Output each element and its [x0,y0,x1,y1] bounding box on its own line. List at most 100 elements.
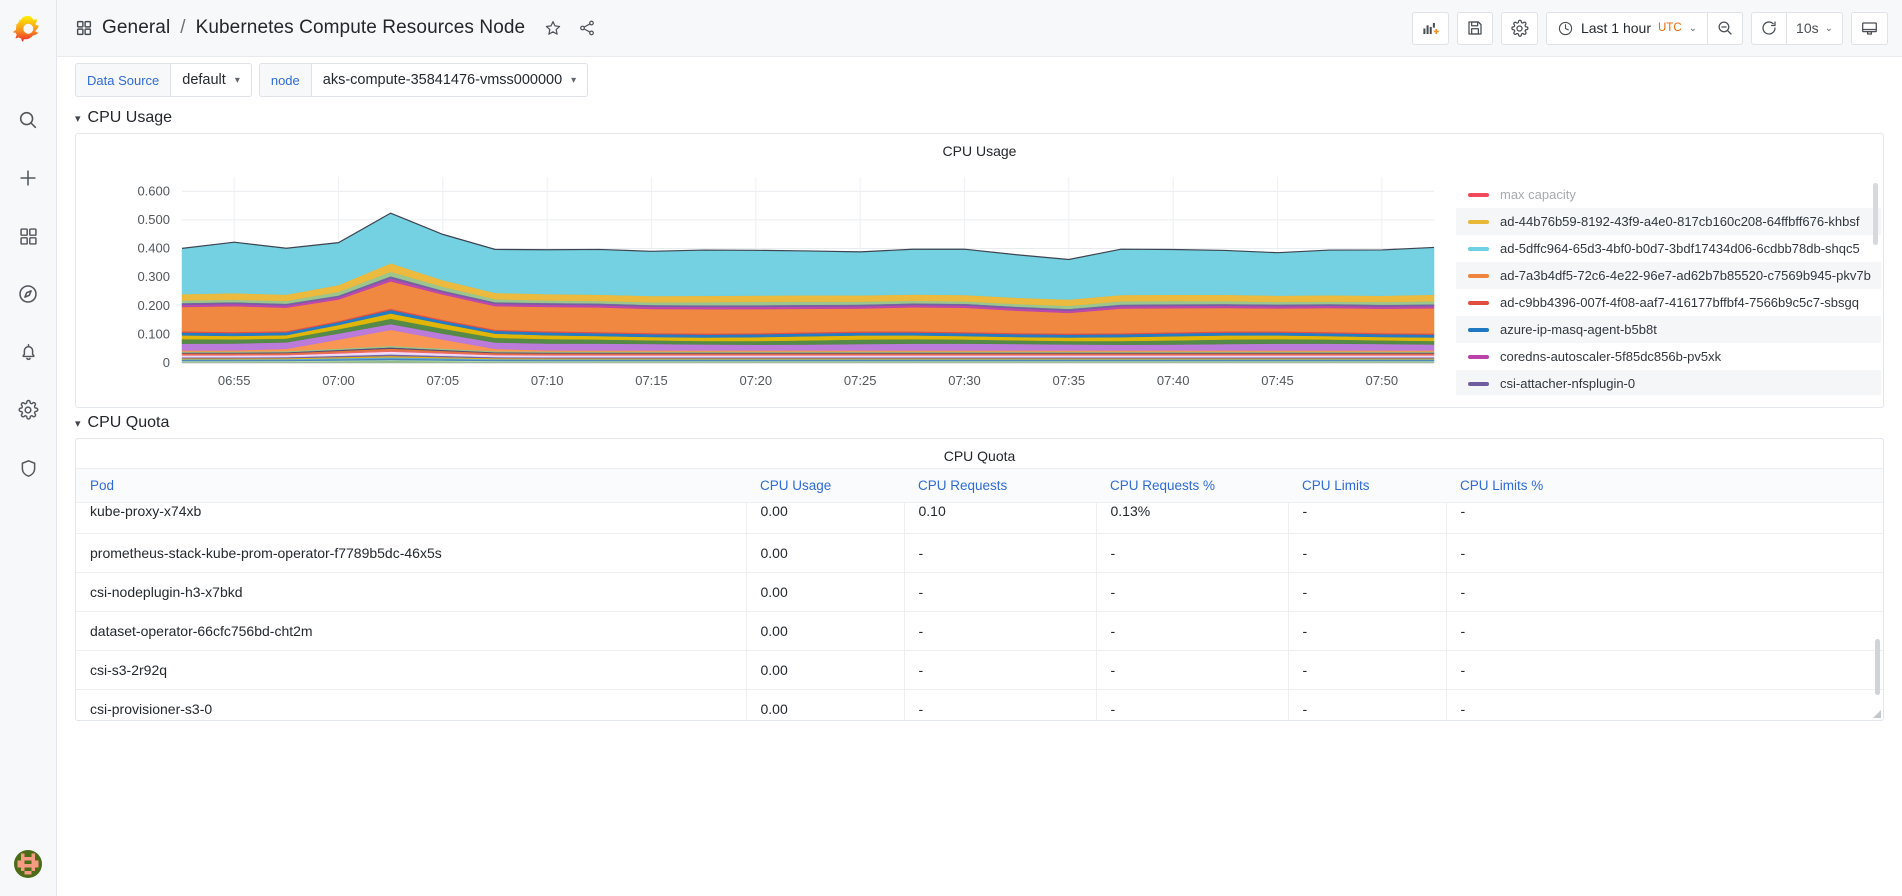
legend-scrollbar[interactable] [1873,183,1878,245]
page-title[interactable]: Kubernetes Compute Resources Node [196,17,526,39]
panel-resize-handle[interactable] [1871,708,1881,718]
grafana-logo[interactable] [0,0,57,57]
table-cell-cpu-limits: - [1288,650,1447,690]
table-column-header[interactable]: CPU Limits % [1446,468,1883,503]
save-disk-icon [1468,21,1482,35]
save-dashboard-button[interactable] [1456,11,1493,45]
svg-text:07:40: 07:40 [1157,373,1190,388]
table-row[interactable]: prometheus-stack-kube-prom-operator-f778… [76,533,1883,573]
sidebar-user[interactable] [14,850,42,878]
share-nodes-icon[interactable] [578,19,596,37]
tv-monitor-icon [1862,21,1877,35]
legend-series-label: max capacity [1500,187,1576,202]
legend-item[interactable]: ad-7a3b4df5-72c6-4e22-96e7-ad62b7b85520-… [1456,262,1881,289]
table-cell-cpu-usage: 0.00 [746,533,905,573]
legend-item[interactable]: coredns-autoscaler-5f85dc856b-pv5xk [1456,343,1881,370]
legend-item[interactable]: azure-ip-masq-agent-b5b8t [1456,316,1881,343]
legend-color-swatch [1468,300,1489,305]
legend-item[interactable]: max capacity [1456,181,1881,208]
add-panel-button[interactable] [1411,11,1449,45]
table-row[interactable]: dataset-operator-66cfc756bd-cht2m 0.00- - -… [76,611,1883,651]
timezone-label: UTC [1658,22,1682,34]
table-scrollbar[interactable] [1875,639,1880,695]
legend-color-swatch [1468,246,1489,251]
kiosk-mode-button[interactable] [1851,11,1888,45]
gear-icon [1511,19,1529,37]
table-column-header[interactable]: CPU Requests % [1096,468,1288,503]
chevron-down-icon: ⌄ [1688,22,1698,34]
table-scroll-area[interactable]: kube-proxy-x74xb 0.00 0.10 0.13% - - prometheu… [76,503,1883,720]
table-column-header[interactable]: CPU Usage [746,468,904,503]
svg-text:07:20: 07:20 [740,373,773,388]
refresh-circular-arrows-icon [1762,21,1776,35]
sidebar [0,0,57,896]
table-cell-cpu-requests: 0.10 [904,503,1097,534]
row-header-cpu-quota[interactable]: ▾ CPU Quota [57,408,1902,438]
breadcrumb-folder[interactable]: General [102,17,170,39]
chart-legend: max capacity ad-44b76b59-8192-43f9-a4e0-8… [1456,163,1881,397]
variable-select-datasource[interactable]: default ▾ [170,63,252,97]
table-row[interactable]: kube-proxy-x74xb 0.00 0.10 0.13% - - [76,503,1883,534]
refresh-button[interactable] [1751,11,1788,45]
sidebar-item-search[interactable] [12,104,44,136]
sidebar-item-explore[interactable] [12,278,44,310]
star-outline-icon[interactable] [544,19,562,37]
variable-select-node[interactable]: aks-compute-35841476-vmss000000 ▾ [310,63,589,97]
title-actions [544,19,596,37]
row-title-cpu-usage: CPU Usage [87,109,173,126]
cpu-quota-table: Pod CPU Usage CPU Requests CPU Requests % CP… [76,468,1883,503]
sidebar-item-create[interactable] [12,162,44,194]
legend-item[interactable]: ad-5dffc964-65d3-4bf0-b0d7-3bdf17434d06-… [1456,235,1881,262]
table-cell-cpu-limits: - [1288,503,1447,534]
dashboard-settings-button[interactable] [1500,11,1538,45]
svg-text:07:00: 07:00 [322,373,355,388]
search-icon [19,111,37,129]
row-title-cpu-quota: CPU Quota [87,414,170,431]
grafana-app: General / Kubernetes Compute Resources N… [0,0,1902,896]
table-cell-pod: csi-nodeplugin-h3-x7bkd [76,572,747,612]
refresh-interval-picker[interactable]: 10s ⌄ [1787,11,1843,45]
variable-label-node: node [258,63,311,97]
breadcrumb: General / Kubernetes Compute Resources N… [75,17,1412,39]
table-row[interactable]: csi-s3-2r92q 0.00- - - - [76,650,1883,690]
table-row[interactable]: csi-nodeplugin-h3-x7bkd 0.00- - - - [76,572,1883,612]
legend-color-swatch [1468,354,1489,359]
table-cell-cpu-usage: 0.00 [746,503,905,534]
legend-color-swatch [1468,192,1489,197]
zoom-out-time-button[interactable] [1708,11,1744,45]
legend-list[interactable]: max capacity ad-44b76b59-8192-43f9-a4e0-8… [1456,181,1881,395]
sidebar-item-configuration[interactable] [12,394,44,426]
legend-item[interactable]: csi-attacher-nfsplugin-0 [1456,370,1881,395]
breadcrumb-separator: / [180,17,186,38]
table-column-header[interactable]: CPU Requests [904,468,1096,503]
svg-text:0.400: 0.400 [137,241,170,256]
sidebar-item-alerting[interactable] [12,336,44,368]
legend-series-label: csi-attacher-nfsplugin-0 [1500,376,1636,391]
template-variables-bar: Data Source default ▾ node aks-compute-3… [57,57,1902,103]
variable-value-node: aks-compute-35841476-vmss000000 [322,72,563,88]
grafana-logo-icon [13,15,39,42]
chevron-down-icon: ▾ [234,74,240,86]
table-cell-cpu-requests: - [904,611,1097,651]
table-cell-cpu-limits-pct: - [1446,650,1883,690]
svg-text:0: 0 [163,355,170,370]
row-header-cpu-usage[interactable]: ▾ CPU Usage [57,103,1902,133]
chevron-down-icon: ⌄ [1824,22,1833,34]
table-cell-cpu-requests: - [904,533,1097,573]
time-range-picker[interactable]: Last 1 hour UTC ⌄ [1545,11,1709,45]
legend-item[interactable]: ad-44b76b59-8192-43f9-a4e0-817cb160c208-… [1456,208,1881,235]
svg-text:0.200: 0.200 [137,298,170,313]
refresh-controls: 10s ⌄ [1751,11,1843,45]
sidebar-item-server-admin[interactable] [12,452,44,484]
legend-series-label: azure-ip-masq-agent-b5b8t [1500,322,1657,337]
table-cell-cpu-limits-pct: - [1446,611,1883,651]
legend-item[interactable]: ad-c9bb4396-007f-4f08-aaf7-416177bffbf4-… [1456,289,1881,316]
cpu-usage-chart[interactable]: 0 0.100 0.200 0.300 0.400 0.500 0.600 06:55 07:0… [76,163,1456,397]
table-column-header[interactable]: Pod [76,468,746,503]
table-cell-cpu-limits-pct: - [1446,572,1883,612]
table-cell-cpu-requests-pct: 0.13% [1096,503,1289,534]
table-column-header[interactable]: CPU Limits [1288,468,1446,503]
sidebar-item-dashboards[interactable] [12,220,44,252]
svg-text:07:50: 07:50 [1366,373,1399,388]
table-row[interactable]: csi-provisioner-s3-0 0.00- - - - [76,689,1883,720]
